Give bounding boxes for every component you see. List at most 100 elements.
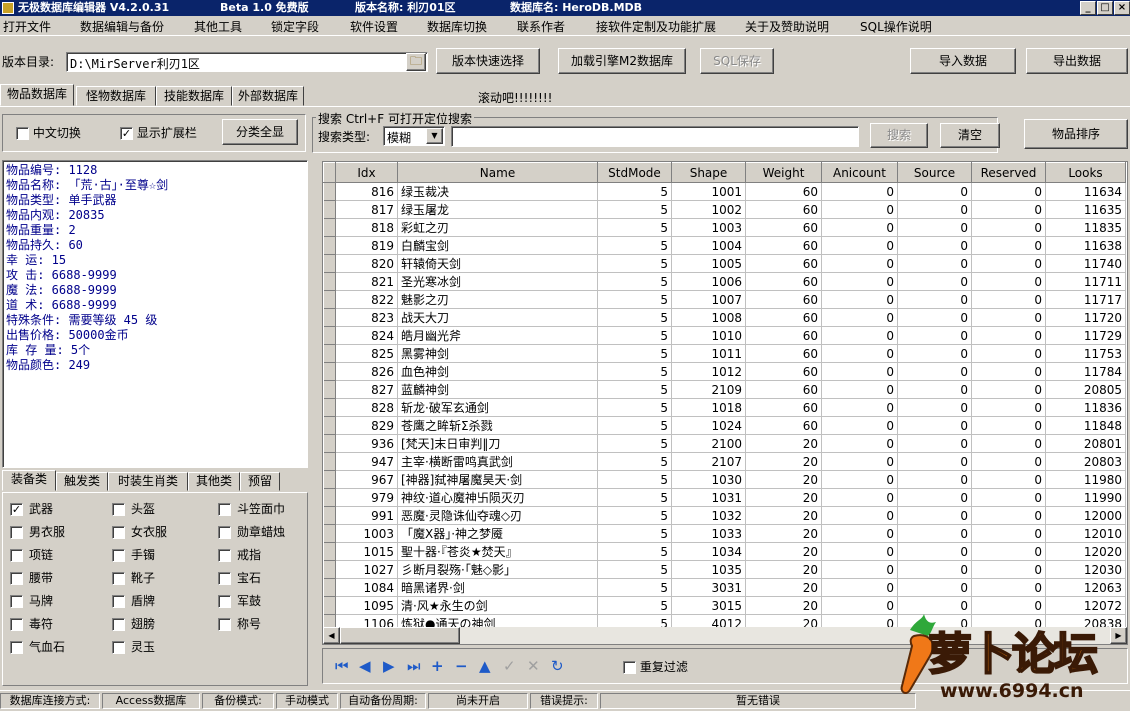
refresh-icon[interactable]: ↻	[551, 658, 564, 674]
cell-weight[interactable]: 60	[745, 326, 822, 345]
category-checkbox[interactable]	[112, 595, 125, 608]
row-indicator[interactable]	[323, 560, 336, 579]
cell-name[interactable]: 主宰·横断雷鸣真武剑	[397, 452, 598, 471]
row-indicator[interactable]	[323, 596, 336, 615]
cell-idx[interactable]: 817	[335, 200, 398, 219]
cell-source[interactable]: 0	[897, 200, 972, 219]
cell-anicount[interactable]: 0	[821, 542, 898, 561]
menu-contact[interactable]: 联系作者	[517, 18, 565, 35]
repeat-filter-checkbox[interactable]	[623, 661, 636, 674]
row-indicator[interactable]	[323, 308, 336, 327]
cell-name[interactable]: 彡断月裂殇·「魅◇影」	[397, 560, 598, 579]
cell-source[interactable]: 0	[897, 254, 972, 273]
cell-name[interactable]: 恶魔·灵隐诛仙夺魂◇刃	[397, 506, 598, 525]
table-row[interactable]: 819 白麟宝剑 5 1004 60 0 0 0 11638	[323, 236, 1126, 255]
cell-anicount[interactable]: 0	[821, 236, 898, 255]
cell-reserved[interactable]: 0	[971, 560, 1046, 579]
tab-monsters[interactable]: 怪物数据库	[76, 86, 156, 106]
cell-name[interactable]: 苍鹰之眸斩Σ杀戮	[397, 416, 598, 435]
table-row[interactable]: 979 神纹·道心魔神卐陨灭刃 5 1031 20 0 0 0 11990	[323, 488, 1126, 507]
cell-source[interactable]: 0	[897, 326, 972, 345]
cell-source[interactable]: 0	[897, 524, 972, 543]
table-row[interactable]: 991 恶魔·灵隐诛仙夺魂◇刃 5 1032 20 0 0 0 12000	[323, 506, 1126, 525]
tab-fashion[interactable]: 时装生肖类	[108, 472, 188, 491]
cell-idx[interactable]: 967	[335, 470, 398, 489]
cell-stdmode[interactable]: 5	[597, 506, 672, 525]
category-checkbox[interactable]	[218, 526, 231, 539]
cell-stdmode[interactable]: 5	[597, 362, 672, 381]
row-indicator[interactable]	[323, 542, 336, 561]
search-button[interactable]: 搜索	[870, 123, 928, 148]
menu-other-tools[interactable]: 其他工具	[194, 18, 242, 35]
cell-stdmode[interactable]: 5	[597, 578, 672, 597]
row-indicator[interactable]	[323, 434, 336, 453]
cell-idx[interactable]: 1003	[335, 524, 398, 543]
cell-looks[interactable]: 11729	[1045, 326, 1126, 345]
cell-idx[interactable]: 991	[335, 506, 398, 525]
cell-looks[interactable]: 12000	[1045, 506, 1126, 525]
col-idx[interactable]: Idx	[335, 162, 398, 183]
cell-name[interactable]: 神纹·道心魔神卐陨灭刃	[397, 488, 598, 507]
category-checkbox[interactable]	[112, 526, 125, 539]
row-indicator[interactable]	[323, 182, 336, 201]
cell-anicount[interactable]: 0	[821, 398, 898, 417]
cell-reserved[interactable]: 0	[971, 470, 1046, 489]
cell-shape[interactable]: 3015	[671, 596, 746, 615]
menu-lock-field[interactable]: 锁定字段	[271, 18, 319, 35]
cell-name[interactable]: 血色神剑	[397, 362, 598, 381]
cell-source[interactable]: 0	[897, 344, 972, 363]
import-button[interactable]: 导入数据	[910, 48, 1016, 74]
tab-skills[interactable]: 技能数据库	[156, 86, 232, 106]
cell-idx[interactable]: 818	[335, 218, 398, 237]
cell-weight[interactable]: 20	[745, 452, 822, 471]
cell-idx[interactable]: 828	[335, 398, 398, 417]
cell-anicount[interactable]: 0	[821, 254, 898, 273]
category-checkbox[interactable]	[218, 503, 231, 516]
row-indicator[interactable]	[323, 254, 336, 273]
cell-shape[interactable]: 1002	[671, 200, 746, 219]
cell-source[interactable]: 0	[897, 578, 972, 597]
category-checkbox[interactable]	[112, 572, 125, 585]
cell-idx[interactable]: 822	[335, 290, 398, 309]
prior-record-icon[interactable]: ◀	[359, 658, 371, 674]
edit-icon[interactable]: ▲	[479, 658, 491, 674]
category-0[interactable]: ✓ 武器	[10, 500, 53, 517]
cell-shape[interactable]: 1007	[671, 290, 746, 309]
cell-shape[interactable]: 1034	[671, 542, 746, 561]
cell-stdmode[interactable]: 5	[597, 308, 672, 327]
cell-idx[interactable]: 829	[335, 416, 398, 435]
show-all-button[interactable]: 分类全显	[222, 119, 298, 145]
cell-reserved[interactable]: 0	[971, 362, 1046, 381]
table-row[interactable]: 936 [梵天]末日审判‖刀 5 2100 20 0 0 0 20801	[323, 434, 1126, 453]
cell-anicount[interactable]: 0	[821, 524, 898, 543]
category-3[interactable]: 男衣服	[10, 523, 65, 540]
category-16[interactable]: 翅膀	[112, 615, 155, 632]
cell-weight[interactable]: 60	[745, 362, 822, 381]
cell-shape[interactable]: 1006	[671, 272, 746, 291]
cell-source[interactable]: 0	[897, 182, 972, 201]
cell-stdmode[interactable]: 5	[597, 488, 672, 507]
search-input[interactable]	[451, 126, 859, 147]
cell-source[interactable]: 0	[897, 272, 972, 291]
cell-name[interactable]: 蓝麟神剑	[397, 380, 598, 399]
cell-looks[interactable]: 11980	[1045, 470, 1126, 489]
cell-idx[interactable]: 827	[335, 380, 398, 399]
cell-anicount[interactable]: 0	[821, 182, 898, 201]
cell-looks[interactable]: 12010	[1045, 524, 1126, 543]
cell-stdmode[interactable]: 5	[597, 182, 672, 201]
cell-looks[interactable]: 11990	[1045, 488, 1126, 507]
cell-name[interactable]: 清·风★永生の剑	[397, 596, 598, 615]
cell-looks[interactable]: 11835	[1045, 218, 1126, 237]
cell-name[interactable]: 魅影之刃	[397, 290, 598, 309]
cell-source[interactable]: 0	[897, 470, 972, 489]
cell-source[interactable]: 0	[897, 434, 972, 453]
category-17[interactable]: 称号	[218, 615, 261, 632]
table-row[interactable]: 1084 暗黑诸界·剑 5 3031 20 0 0 0 12063	[323, 578, 1126, 597]
cell-stdmode[interactable]: 5	[597, 380, 672, 399]
table-row[interactable]: 826 血色神剑 5 1012 60 0 0 0 11784	[323, 362, 1126, 381]
maximize-button[interactable]: □	[1097, 1, 1113, 15]
row-indicator[interactable]	[323, 488, 336, 507]
cell-anicount[interactable]: 0	[821, 218, 898, 237]
cell-weight[interactable]: 60	[745, 254, 822, 273]
row-indicator[interactable]	[323, 524, 336, 543]
